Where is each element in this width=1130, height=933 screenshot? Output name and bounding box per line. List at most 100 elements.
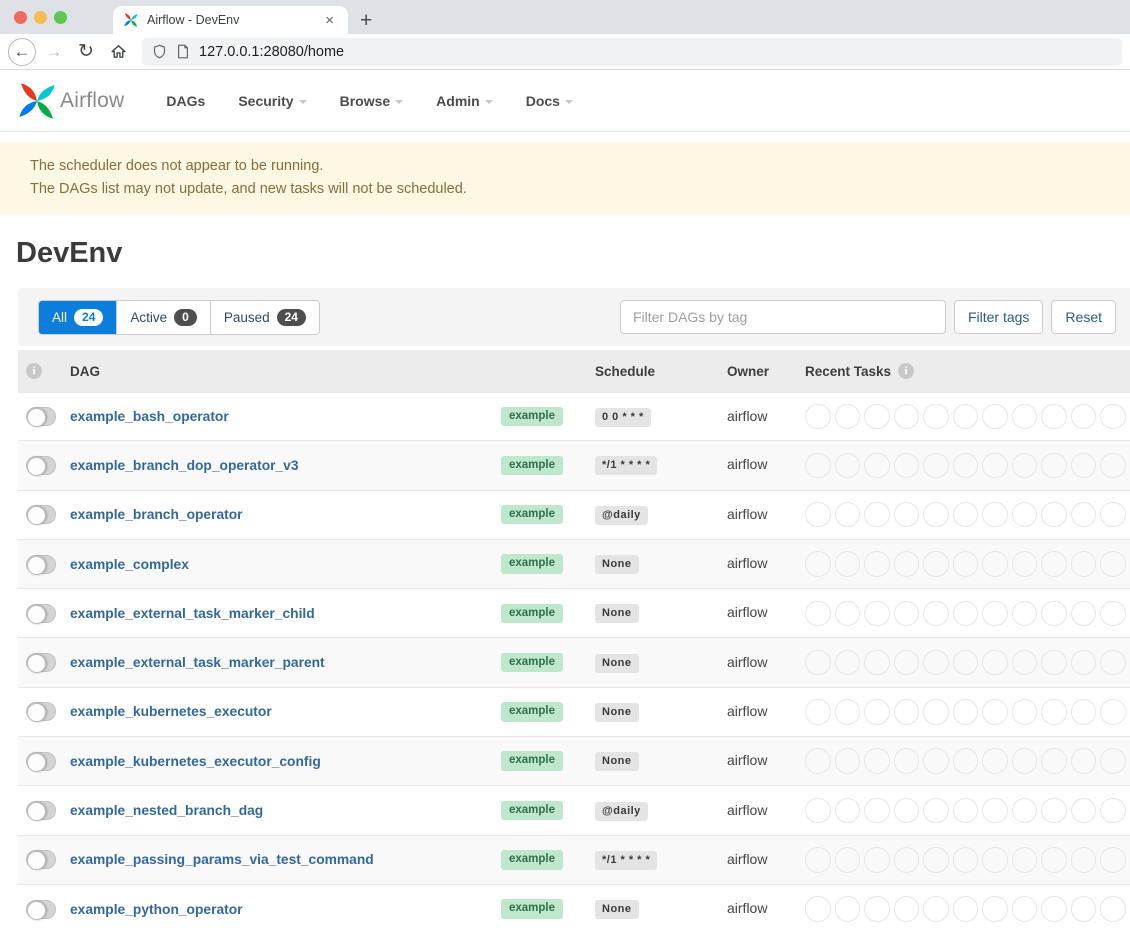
filter-tab-paused[interactable]: Paused 24	[211, 301, 319, 334]
schedule-badge[interactable]: None	[595, 604, 639, 623]
recent-task-circle[interactable]	[1071, 601, 1097, 627]
recent-task-circle[interactable]	[923, 699, 949, 725]
recent-task-circle[interactable]	[982, 699, 1008, 725]
recent-task-circle[interactable]	[1100, 748, 1126, 774]
recent-task-circle[interactable]	[1012, 551, 1038, 577]
recent-task-circle[interactable]	[1012, 601, 1038, 627]
schedule-badge[interactable]: None	[595, 900, 639, 919]
close-window-button[interactable]	[14, 11, 27, 24]
recent-task-circle[interactable]	[894, 502, 920, 528]
recent-task-circle[interactable]	[805, 847, 831, 873]
recent-task-circle[interactable]	[1041, 798, 1067, 824]
recent-task-circle[interactable]	[805, 748, 831, 774]
schedule-badge[interactable]: */1 * * * *	[595, 851, 657, 870]
minimize-window-button[interactable]	[34, 11, 47, 24]
dag-tag-badge[interactable]: example	[501, 554, 563, 574]
recent-task-circle[interactable]	[864, 896, 890, 922]
dag-pause-toggle[interactable]	[26, 801, 56, 820]
recent-task-circle[interactable]	[835, 748, 861, 774]
recent-task-circle[interactable]	[1012, 896, 1038, 922]
dag-tag-badge[interactable]: example	[501, 456, 563, 476]
header-dag[interactable]: DAG	[70, 364, 100, 379]
nav-item-admin[interactable]: Admin	[436, 93, 493, 109]
recent-task-circle[interactable]	[1041, 551, 1067, 577]
recent-task-circle[interactable]	[1041, 847, 1067, 873]
forward-button[interactable]: →	[40, 38, 68, 66]
recent-task-circle[interactable]	[864, 748, 890, 774]
recent-task-circle[interactable]	[1041, 896, 1067, 922]
recent-task-circle[interactable]	[1041, 453, 1067, 479]
recent-task-circle[interactable]	[953, 699, 979, 725]
recent-task-circle[interactable]	[982, 896, 1008, 922]
recent-task-circle[interactable]	[1012, 798, 1038, 824]
address-bar[interactable]: 127.0.0.1:28080/home	[142, 38, 1122, 66]
recent-task-circle[interactable]	[1100, 798, 1126, 824]
zoom-window-button[interactable]	[54, 11, 67, 24]
dag-link[interactable]: example_external_task_marker_child	[70, 606, 315, 621]
recent-task-circle[interactable]	[982, 404, 1008, 430]
recent-task-circle[interactable]	[835, 601, 861, 627]
dag-pause-toggle[interactable]	[26, 407, 56, 426]
dag-link[interactable]: example_passing_params_via_test_command	[70, 852, 374, 867]
recent-task-circle[interactable]	[923, 601, 949, 627]
new-tab-button[interactable]: +	[360, 10, 372, 31]
tab-close-icon[interactable]: ×	[321, 11, 338, 30]
schedule-badge[interactable]: @daily	[595, 506, 648, 525]
recent-task-circle[interactable]	[1012, 453, 1038, 479]
recent-task-circle[interactable]	[1100, 551, 1126, 577]
recent-task-circle[interactable]	[894, 896, 920, 922]
dag-tag-badge[interactable]: example	[501, 407, 563, 427]
dag-link[interactable]: example_nested_branch_dag	[70, 803, 263, 818]
recent-task-circle[interactable]	[1041, 699, 1067, 725]
recent-task-circle[interactable]	[1100, 601, 1126, 627]
recent-task-circle[interactable]	[1041, 601, 1067, 627]
recent-task-circle[interactable]	[982, 601, 1008, 627]
recent-task-circle[interactable]	[805, 502, 831, 528]
recent-task-circle[interactable]	[894, 453, 920, 479]
recent-task-circle[interactable]	[1071, 798, 1097, 824]
recent-task-circle[interactable]	[805, 798, 831, 824]
recent-task-circle[interactable]	[864, 404, 890, 430]
schedule-badge[interactable]: @daily	[595, 802, 648, 821]
recent-task-circle[interactable]	[835, 699, 861, 725]
recent-task-circle[interactable]	[953, 748, 979, 774]
recent-task-circle[interactable]	[894, 798, 920, 824]
browser-tab[interactable]: Airflow - DevEnv ×	[113, 6, 348, 34]
recent-task-circle[interactable]	[953, 601, 979, 627]
dag-tag-badge[interactable]: example	[501, 653, 563, 673]
schedule-badge[interactable]: */1 * * * *	[595, 456, 657, 475]
dag-tag-badge[interactable]: example	[501, 751, 563, 771]
recent-task-circle[interactable]	[923, 748, 949, 774]
recent-task-circle[interactable]	[1041, 502, 1067, 528]
recent-task-circle[interactable]	[1100, 404, 1126, 430]
filter-tab-active[interactable]: Active 0	[117, 301, 210, 334]
recent-task-circle[interactable]	[923, 896, 949, 922]
schedule-badge[interactable]: None	[595, 654, 639, 673]
dag-pause-toggle[interactable]	[26, 900, 56, 919]
dag-link[interactable]: example_complex	[70, 557, 189, 572]
recent-task-circle[interactable]	[864, 453, 890, 479]
recent-task-circle[interactable]	[982, 847, 1008, 873]
recent-task-circle[interactable]	[1071, 453, 1097, 479]
nav-item-browse[interactable]: Browse	[340, 93, 404, 109]
recent-task-circle[interactable]	[1100, 453, 1126, 479]
dag-pause-toggle[interactable]	[26, 505, 56, 524]
recent-task-circle[interactable]	[805, 896, 831, 922]
recent-task-circle[interactable]	[805, 404, 831, 430]
dag-pause-toggle[interactable]	[26, 653, 56, 672]
dag-link[interactable]: example_branch_dop_operator_v3	[70, 458, 299, 473]
nav-item-docs[interactable]: Docs	[526, 93, 573, 109]
back-button[interactable]: ←	[8, 38, 36, 66]
recent-task-circle[interactable]	[982, 650, 1008, 676]
recent-task-circle[interactable]	[1100, 650, 1126, 676]
recent-task-circle[interactable]	[835, 847, 861, 873]
nav-item-security[interactable]: Security	[238, 93, 306, 109]
schedule-badge[interactable]: None	[595, 703, 639, 722]
recent-task-circle[interactable]	[1012, 748, 1038, 774]
recent-task-circle[interactable]	[835, 650, 861, 676]
dag-link[interactable]: example_kubernetes_executor_config	[70, 754, 321, 769]
recent-task-circle[interactable]	[982, 502, 1008, 528]
recent-task-circle[interactable]	[982, 748, 1008, 774]
recent-task-circle[interactable]	[1071, 650, 1097, 676]
recent-task-circle[interactable]	[864, 650, 890, 676]
